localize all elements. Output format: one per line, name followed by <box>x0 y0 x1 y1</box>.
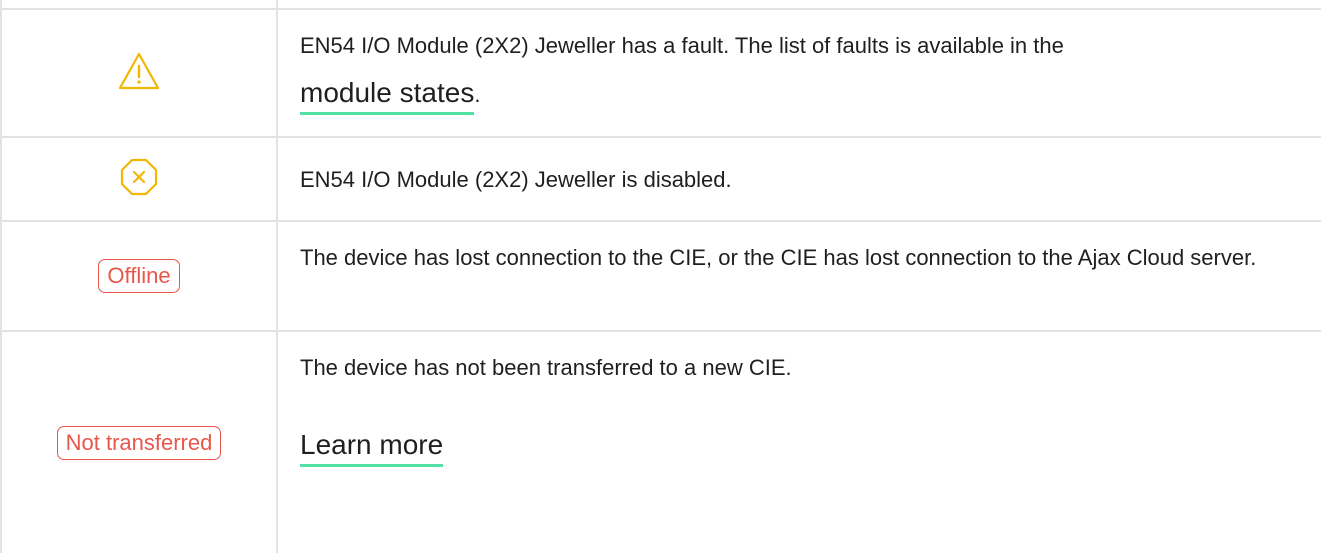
offline-description: The device has lost connection to the CI… <box>300 245 1257 270</box>
not-transferred-description: The device has not been transferred to a… <box>300 350 1300 467</box>
table-row-offline: Offline The device has lost connection t… <box>2 220 1321 330</box>
warning-triangle-icon <box>117 51 161 96</box>
icon-cell <box>2 138 276 220</box>
disabled-octagon-x-icon <box>119 157 159 202</box>
not-transferred-badge: Not transferred <box>56 426 222 460</box>
icon-cell: Offline <box>2 222 276 330</box>
disabled-description: EN54 I/O Module (2X2) Jeweller is disabl… <box>300 167 732 192</box>
column-divider <box>276 0 278 553</box>
module-states-link[interactable]: module states <box>300 75 475 115</box>
icon-cell: Not transferred <box>2 332 276 554</box>
icon-cell <box>2 10 276 136</box>
fault-text: EN54 I/O Module (2X2) Jeweller has a fau… <box>300 33 1064 58</box>
status-table: EN54 I/O Module (2X2) Jeweller has a fau… <box>0 0 1321 553</box>
table-row-fault: EN54 I/O Module (2X2) Jeweller has a fau… <box>2 8 1321 136</box>
fault-description: EN54 I/O Module (2X2) Jeweller has a fau… <box>300 28 1300 115</box>
not-transferred-text: The device has not been transferred to a… <box>300 355 792 380</box>
learn-more-link[interactable]: Learn more <box>300 427 444 467</box>
table-row-disabled: EN54 I/O Module (2X2) Jeweller is disabl… <box>2 136 1321 220</box>
table-row-not-transferred: Not transferred The device has not been … <box>2 330 1321 553</box>
fault-text-period: . <box>474 82 481 107</box>
offline-badge: Offline <box>98 259 180 293</box>
